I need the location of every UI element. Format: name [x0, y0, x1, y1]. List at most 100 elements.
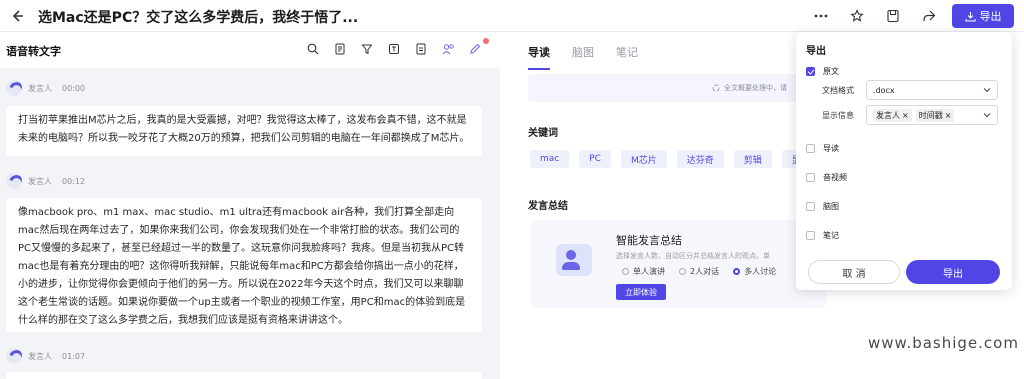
loading-icon: [712, 84, 720, 92]
speaker-count-options: 单人演讲 2人对话 多人讨论: [622, 266, 776, 277]
checkbox-label: 音视频: [823, 173, 847, 182]
radio-multi-speakers[interactable]: 多人讨论: [733, 266, 776, 277]
transcript-card: [6, 372, 482, 379]
speaker-row: 发言人 00:12: [6, 173, 85, 189]
keyword-chip[interactable]: 剪辑: [733, 150, 772, 168]
translate-icon[interactable]: [387, 42, 401, 56]
notes-icon[interactable]: [414, 42, 428, 56]
checkbox-notes[interactable]: 笔记: [806, 230, 839, 241]
save-icon[interactable]: [882, 5, 904, 27]
tab-overview[interactable]: 导读: [528, 44, 550, 70]
radio-label: 单人演讲: [633, 267, 665, 276]
close-icon[interactable]: ×: [945, 111, 952, 120]
download-icon: [964, 11, 976, 22]
export-button[interactable]: 导出: [952, 4, 1014, 28]
keyword-chip[interactable]: 达芬奇: [676, 150, 724, 168]
format-value: .docx: [873, 85, 895, 95]
document-title: 选Mac还是PC？交了这么多学费后，我终于悟了...: [38, 10, 359, 26]
transcript-text[interactable]: 像macbook pro、m1 max、mac studio、m1 ultra还…: [18, 204, 470, 330]
export-button-label: 导出: [979, 10, 1002, 23]
format-select[interactable]: .docx: [866, 80, 998, 100]
keyword-chip[interactable]: M芯片: [620, 150, 667, 168]
checkbox-overview[interactable]: 导读: [806, 143, 839, 154]
checkbox-icon: [806, 173, 815, 182]
confirm-export-button[interactable]: 导出: [906, 260, 1000, 284]
more-icon[interactable]: [810, 5, 832, 27]
avatar: [6, 348, 22, 364]
export-dropdown: 导出 原文 文档格式 .docx 显示信息 发言人 × 时间戳 × 导读 音视频 脑…: [796, 32, 1012, 290]
transcript-title: 语音转文字: [6, 45, 61, 58]
keyword-list: mac PC M芯片 达芬奇 剪辑 显: [530, 150, 811, 168]
chip-label: 时间戳: [918, 110, 943, 120]
radio-label: 2人对话: [690, 267, 720, 276]
format-label: 文档格式: [822, 86, 854, 95]
timestamp[interactable]: 00:12: [62, 177, 85, 186]
keywords-title: 关键词: [528, 128, 558, 139]
speaker-name: 发言人: [28, 351, 52, 361]
transcript-header: 语音转文字: [0, 32, 500, 68]
summary-status-text: 全文概要处理中，请: [724, 84, 787, 92]
transcript-text[interactable]: 打当初苹果推出M芯片之后，我真的是大受震撼，对吧？我觉得这太棒了，这发布会真不错…: [18, 112, 470, 148]
transcript-panel: 语音转文字 发言人 00:00 打当初苹果推出M芯片之后，我真的是大受震撼，对吧…: [0, 32, 500, 379]
keyword-chip[interactable]: PC: [579, 150, 611, 168]
radio-dot: [679, 268, 686, 275]
info-select[interactable]: 发言人 × 时间戳 ×: [866, 105, 998, 125]
checkbox-audio-video[interactable]: 音视频: [806, 172, 847, 183]
checkbox-mindmap[interactable]: 脑图: [806, 201, 839, 212]
checkbox-icon: [806, 231, 815, 240]
speaker-row: 发言人 00:00: [6, 80, 85, 96]
close-icon[interactable]: ×: [902, 111, 909, 120]
checkbox-icon: [806, 144, 815, 153]
back-arrow-icon[interactable]: [8, 7, 26, 25]
notification-dot: [483, 38, 489, 44]
speech-summary-title: 发言总结: [528, 201, 568, 212]
radio-label: 多人讨论: [744, 267, 777, 276]
checkbox-label: 脑图: [823, 202, 839, 211]
checkbox-checked-icon: [806, 67, 815, 76]
timestamp[interactable]: 01:07: [62, 352, 85, 361]
checkbox-icon: [806, 202, 815, 211]
star-icon[interactable]: [846, 5, 868, 27]
cancel-button[interactable]: 取 消: [808, 260, 900, 284]
search-icon[interactable]: [306, 42, 320, 56]
radio-dot-selected: [733, 268, 741, 275]
info-chip-timestamp[interactable]: 时间戳 ×: [915, 108, 955, 122]
top-bar: 选Mac还是PC？交了这么多学费后，我终于悟了... 导出: [0, 0, 1024, 32]
summary-status-bar: 全文概要处理中，请: [528, 74, 824, 102]
edit-icon[interactable]: [468, 42, 482, 56]
keyword-chip[interactable]: mac: [530, 150, 570, 168]
radio-dot: [622, 268, 629, 275]
export-dropdown-title: 导出: [806, 46, 826, 57]
checkbox-label: 笔记: [823, 231, 839, 240]
transcript-card: 像macbook pro、m1 max、mac studio、m1 ultra还…: [6, 198, 482, 332]
smart-summary-desc: 选择发言人数，自动区分并总结发言人的观点。单: [616, 252, 770, 260]
info-chip-speaker[interactable]: 发言人 ×: [873, 108, 912, 122]
speakers-icon[interactable]: [441, 42, 455, 56]
info-label: 显示信息: [822, 111, 854, 120]
filter-icon[interactable]: [360, 42, 374, 56]
overview-tabs: 导读 脑图 笔记: [528, 44, 638, 70]
watermark: www.bashige.com: [868, 334, 1019, 352]
speaker-row: 发言人 01:07: [6, 348, 85, 364]
radio-single-speaker[interactable]: 单人演讲: [622, 266, 665, 277]
radio-two-speakers[interactable]: 2人对话: [679, 266, 719, 277]
try-now-button[interactable]: 立即体验: [616, 284, 666, 300]
share-icon[interactable]: [918, 5, 940, 27]
chip-label: 发言人: [876, 110, 900, 120]
speaker-name: 发言人: [28, 83, 52, 93]
transcript-card: 打当初苹果推出M芯片之后，我真的是大受震撼，对吧？我觉得这太棒了，这发布会真不错…: [6, 106, 482, 156]
smart-summary-card: 智能发言总结 选择发言人数，自动区分并总结发言人的观点。单 单人演讲 2人对话 …: [530, 220, 826, 308]
smart-summary-title: 智能发言总结: [616, 234, 682, 247]
tab-notes[interactable]: 笔记: [616, 44, 638, 70]
timestamp[interactable]: 00:00: [62, 84, 85, 93]
checkbox-original[interactable]: 原文: [806, 66, 839, 77]
add-speaker-illustration-icon: [556, 244, 592, 276]
speaker-name: 发言人: [28, 176, 52, 186]
document-icon[interactable]: [333, 42, 347, 56]
chevron-down-icon: [983, 88, 991, 93]
checkbox-label: 导读: [823, 144, 839, 153]
checkbox-label: 原文: [823, 67, 839, 76]
avatar: [6, 173, 22, 189]
tab-mindmap[interactable]: 脑图: [572, 44, 594, 70]
avatar: [6, 80, 22, 96]
